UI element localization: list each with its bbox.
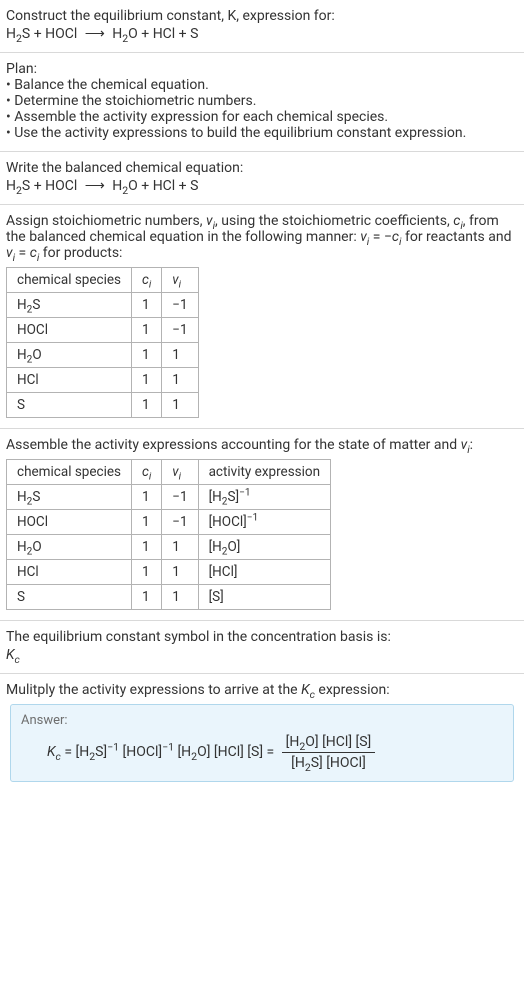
activity-intro: Assemble the activity expressions accoun…	[6, 437, 518, 453]
table-row: S 1 1 [S]	[7, 585, 331, 610]
multiply-section: Mulitply the activity expressions to arr…	[0, 674, 524, 800]
stoich-section: Assign stoichiometric numbers, νi, using…	[0, 205, 524, 429]
header-line1: Construct the equilibrium constant, K, e…	[6, 8, 518, 24]
cell-ci: 1	[132, 560, 162, 585]
cell-activity: [H2O]	[198, 535, 331, 560]
cell-nui: −1	[162, 293, 198, 318]
col-species: chemical species	[7, 268, 132, 293]
cell-nui: 1	[162, 560, 198, 585]
stoich-intro: Assign stoichiometric numbers, νi, using…	[6, 213, 518, 261]
cell-species: HOCl	[7, 318, 132, 343]
cell-ci: 1	[132, 368, 162, 393]
kc-expression: Kc = [H2S]−1 [HOCl]−1 [H2O] [HCl] [S] = …	[21, 734, 503, 771]
kc-frac-num: [H2O] [HCl] [S]	[282, 734, 376, 753]
plan-section: Plan: • Balance the chemical equation. •…	[0, 53, 524, 152]
table-header-row: chemical species ci νi activity expressi…	[7, 460, 331, 485]
cell-ci: 1	[132, 318, 162, 343]
cell-activity: [HCl]	[198, 560, 331, 585]
answer-label: Answer:	[21, 713, 503, 728]
cell-nui: 1	[162, 343, 198, 368]
col-ci: ci	[132, 268, 162, 293]
table-row: HCl 1 1 [HCl]	[7, 560, 331, 585]
cell-nui: 1	[162, 535, 198, 560]
table-row: HOCl 1 −1	[7, 318, 199, 343]
cell-activity: [H2S]−1	[198, 485, 331, 510]
kc-left: Kc = [H2S]−1 [HOCl]−1 [H2O] [HCl] [S] =	[47, 744, 278, 760]
cell-species: HCl	[7, 560, 132, 585]
cell-species: HOCl	[7, 510, 132, 535]
kc-fraction: [H2O] [HCl] [S] [H2S] [HOCl]	[282, 734, 376, 771]
table-row: S 1 1	[7, 393, 199, 418]
table-row: HOCl 1 −1 [HOCl]−1	[7, 510, 331, 535]
cell-nui: −1	[162, 318, 198, 343]
kc-symbol-line2: Kc	[6, 647, 518, 663]
multiply-title: Mulitply the activity expressions to arr…	[6, 682, 518, 698]
cell-nui: 1	[162, 368, 198, 393]
cell-ci: 1	[132, 293, 162, 318]
plan-title: Plan:	[6, 61, 518, 77]
plan-item: • Determine the stoichiometric numbers.	[6, 93, 518, 109]
kc-symbol-section: The equilibrium constant symbol in the c…	[0, 621, 524, 674]
cell-activity: [HOCl]−1	[198, 510, 331, 535]
kc-frac-den: [H2S] [HOCl]	[282, 753, 376, 771]
col-species: chemical species	[7, 460, 132, 485]
col-ci: ci	[132, 460, 162, 485]
balanced-title: Write the balanced chemical equation:	[6, 160, 518, 176]
activity-section: Assemble the activity expressions accoun…	[0, 429, 524, 621]
table-row: H2O 1 1	[7, 343, 199, 368]
cell-activity: [S]	[198, 585, 331, 610]
col-nui: νi	[162, 460, 198, 485]
cell-ci: 1	[132, 343, 162, 368]
table-row: H2S 1 −1 [H2S]−1	[7, 485, 331, 510]
cell-species: HCl	[7, 368, 132, 393]
cell-nui: −1	[162, 510, 198, 535]
cell-species: S	[7, 393, 132, 418]
cell-ci: 1	[132, 393, 162, 418]
plan-item: • Assemble the activity expression for e…	[6, 109, 518, 125]
cell-species: H2S	[7, 485, 132, 510]
cell-species: H2O	[7, 535, 132, 560]
cell-ci: 1	[132, 510, 162, 535]
cell-nui: 1	[162, 393, 198, 418]
cell-nui: −1	[162, 485, 198, 510]
table-header-row: chemical species ci νi	[7, 268, 199, 293]
stoich-table: chemical species ci νi H2S 1 −1 HOCl 1 −…	[6, 267, 199, 418]
header-equation: H2S + HOCl ⟶ H2O + HCl + S	[6, 26, 518, 42]
table-row: H2S 1 −1	[7, 293, 199, 318]
activity-table: chemical species ci νi activity expressi…	[6, 459, 331, 610]
header-section: Construct the equilibrium constant, K, e…	[0, 0, 524, 53]
cell-nui: 1	[162, 585, 198, 610]
cell-species: H2O	[7, 343, 132, 368]
col-nui: νi	[162, 268, 198, 293]
table-row: H2O 1 1 [H2O]	[7, 535, 331, 560]
answer-box: Answer: Kc = [H2S]−1 [HOCl]−1 [H2O] [HCl…	[10, 704, 514, 782]
balanced-equation: H2S + HOCl ⟶ H2O + HCl + S	[6, 178, 518, 194]
cell-species: S	[7, 585, 132, 610]
cell-ci: 1	[132, 585, 162, 610]
cell-ci: 1	[132, 485, 162, 510]
kc-symbol-line1: The equilibrium constant symbol in the c…	[6, 629, 518, 645]
table-row: HCl 1 1	[7, 368, 199, 393]
plan-item: • Balance the chemical equation.	[6, 77, 518, 93]
cell-ci: 1	[132, 535, 162, 560]
balanced-section: Write the balanced chemical equation: H2…	[0, 152, 524, 205]
col-activity: activity expression	[198, 460, 331, 485]
cell-species: H2S	[7, 293, 132, 318]
plan-item: • Use the activity expressions to build …	[6, 125, 518, 141]
